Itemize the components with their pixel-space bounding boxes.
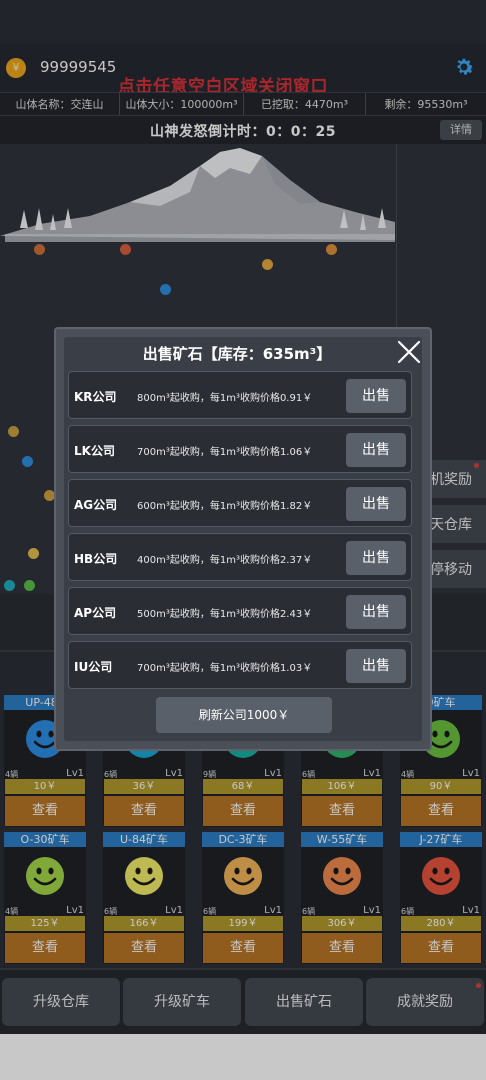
sell-button[interactable]: 出售 (346, 541, 406, 575)
company-name: HB公司 (74, 552, 118, 566)
company-row: IU公司 700m³起收购，每1m³收购价格1.03￥ 出售 (68, 641, 412, 689)
sell-button[interactable]: 出售 (346, 649, 406, 683)
company-row: AP公司 500m³起收购，每1m³收购价格2.43￥ 出售 (68, 587, 412, 635)
company-row: AG公司 600m³起收购，每1m³收购价格1.82￥ 出售 (68, 479, 412, 527)
company-offer: 500m³起收购，每1m³收购价格2.43￥ (137, 609, 313, 620)
company-name: AP公司 (74, 606, 117, 620)
company-name: IU公司 (74, 660, 113, 674)
company-name: KR公司 (74, 390, 117, 404)
refresh-company-button[interactable]: 刷新公司1000￥ (156, 697, 332, 733)
sell-button[interactable]: 出售 (346, 487, 406, 521)
game-screen: ¥ 99999545 点击任意空白区域关闭窗口 山体名称：交连山 山体大小：10… (0, 0, 486, 1080)
dialog-title: 出售矿石【库存：635m³】 (142, 345, 332, 363)
footer-strip (0, 1034, 486, 1080)
close-icon[interactable] (396, 339, 422, 365)
company-offer: 600m³起收购，每1m³收购价格1.82￥ (137, 501, 313, 512)
company-offer: 400m³起收购，每1m³收购价格2.37￥ (137, 555, 313, 566)
company-row: KR公司 800m³起收购，每1m³收购价格0.91￥ 出售 (68, 371, 412, 419)
company-offer: 700m³起收购，每1m³收购价格1.06￥ (137, 447, 313, 458)
sell-button[interactable]: 出售 (346, 433, 406, 467)
company-offer: 700m³起收购，每1m³收购价格1.03￥ (137, 663, 313, 674)
company-row: HB公司 400m³起收购，每1m³收购价格2.37￥ 出售 (68, 533, 412, 581)
company-row: LK公司 700m³起收购，每1m³收购价格1.06￥ 出售 (68, 425, 412, 473)
company-name: AG公司 (74, 498, 118, 512)
sell-button[interactable]: 出售 (346, 379, 406, 413)
company-name: LK公司 (74, 444, 115, 458)
company-list[interactable]: KR公司 800m³起收购，每1m³收购价格0.91￥ 出售 LK公司 700m… (68, 369, 412, 691)
company-offer: 800m³起收购，每1m³收购价格0.91￥ (137, 393, 313, 404)
sell-ore-dialog: 出售矿石【库存：635m³】 KR公司 800m³起收购，每1m³收购价格0.9… (54, 327, 432, 751)
sell-button[interactable]: 出售 (346, 595, 406, 629)
